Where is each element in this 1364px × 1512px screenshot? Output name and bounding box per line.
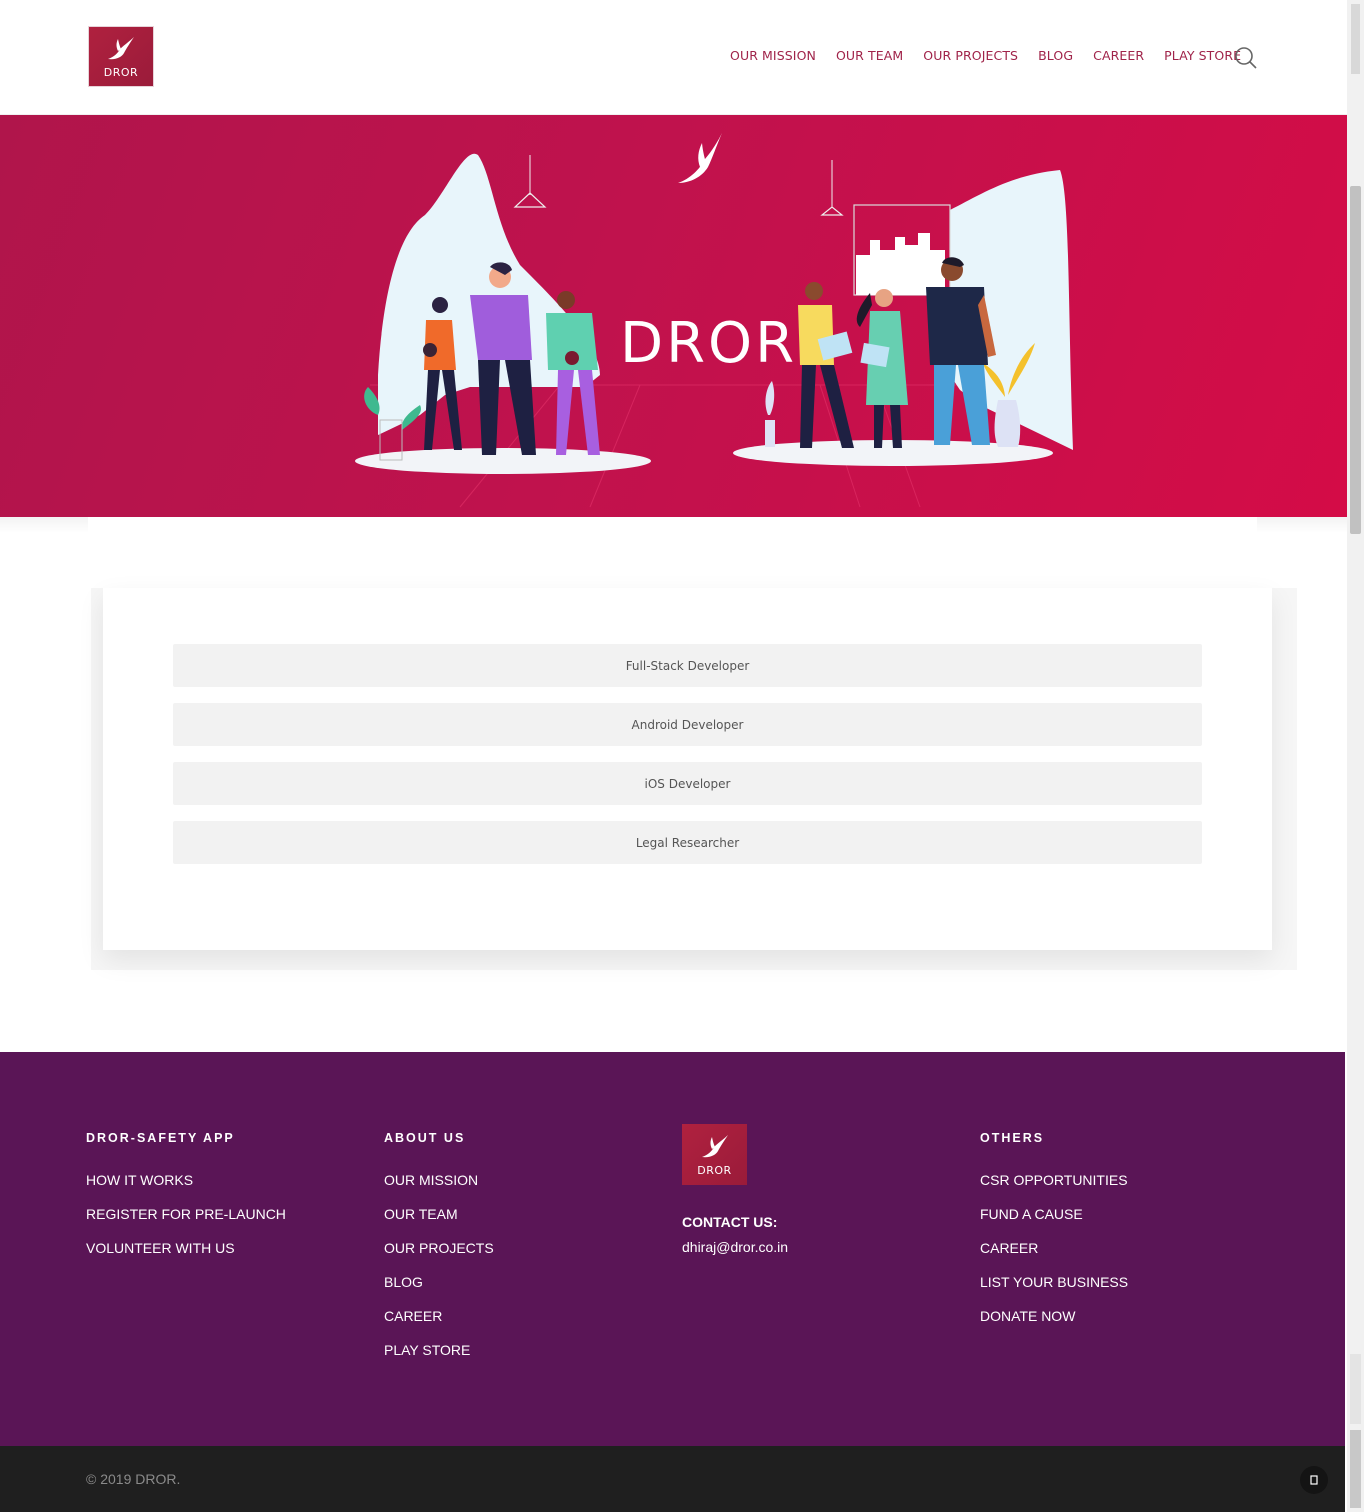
footer-link-our-mission[interactable]: OUR MISSION bbox=[384, 1171, 494, 1205]
footer-logo-text: DROR bbox=[697, 1163, 732, 1177]
footer-link-csr[interactable]: CSR OPPORTUNITIES bbox=[980, 1171, 1128, 1205]
site-footer: DROR-SAFETY APP HOW IT WORKS REGISTER FO… bbox=[0, 1052, 1345, 1446]
main-nav: OUR MISSION OUR TEAM OUR PROJECTS BLOG C… bbox=[730, 48, 1241, 63]
nav-our-projects[interactable]: OUR PROJECTS bbox=[923, 48, 1018, 63]
nav-blog[interactable]: BLOG bbox=[1038, 48, 1073, 63]
hero-banner: DROR bbox=[0, 115, 1347, 517]
nav-play-store[interactable]: PLAY STORE bbox=[1164, 48, 1241, 63]
careers-card: Full-Stack Developer Android Developer i… bbox=[103, 588, 1272, 950]
hero-shadow bbox=[0, 517, 88, 533]
footer-link-career[interactable]: CAREER bbox=[384, 1307, 494, 1341]
footer-link-career[interactable]: CAREER bbox=[980, 1239, 1128, 1273]
nav-our-team[interactable]: OUR TEAM bbox=[836, 48, 903, 63]
search-icon[interactable] bbox=[1234, 46, 1258, 70]
scrollbar-track-top bbox=[1351, 4, 1360, 74]
footer-link-play-store[interactable]: PLAY STORE bbox=[384, 1341, 494, 1375]
site-header: DROR OUR MISSION OUR TEAM OUR PROJECTS B… bbox=[0, 0, 1347, 115]
footer-heading: ABOUT US bbox=[384, 1131, 466, 1145]
page: DROR OUR MISSION OUR TEAM OUR PROJECTS B… bbox=[0, 0, 1347, 1512]
footer-heading: OTHERS bbox=[980, 1131, 1045, 1145]
site-logo[interactable]: DROR bbox=[88, 26, 154, 87]
footer-link-list-business[interactable]: LIST YOUR BUSINESS bbox=[980, 1273, 1128, 1307]
footer-col-about: ABOUT US OUR MISSION OUR TEAM OUR PROJEC… bbox=[384, 1131, 494, 1375]
job-full-stack-developer[interactable]: Full-Stack Developer bbox=[173, 644, 1202, 687]
copyright: © 2019 DROR. bbox=[86, 1471, 181, 1487]
job-legal-researcher[interactable]: Legal Researcher bbox=[173, 821, 1202, 864]
contact-label: CONTACT US: bbox=[682, 1214, 778, 1230]
logo-text: DROR bbox=[103, 65, 139, 79]
scrollbar-track-bottom bbox=[1350, 1354, 1361, 1424]
nav-career[interactable]: CAREER bbox=[1093, 48, 1144, 63]
bird-icon bbox=[108, 36, 134, 59]
footer-bottom-bar: © 2019 DROR. bbox=[0, 1446, 1345, 1512]
footer-link-fund-a-cause[interactable]: FUND A CAUSE bbox=[980, 1205, 1128, 1239]
scrollbar-track-bottom bbox=[1350, 1430, 1361, 1508]
hero-title: DROR bbox=[620, 311, 798, 376]
footer-col-others: OTHERS CSR OPPORTUNITIES FUND A CAUSE CA… bbox=[980, 1131, 1128, 1341]
bird-icon bbox=[701, 1134, 728, 1157]
contact-email[interactable]: dhiraj@dror.co.in bbox=[682, 1239, 788, 1255]
footer-link-our-projects[interactable]: OUR PROJECTS bbox=[384, 1239, 494, 1273]
footer-link-our-team[interactable]: OUR TEAM bbox=[384, 1205, 494, 1239]
footer-col-safety-app: DROR-SAFETY APP HOW IT WORKS REGISTER FO… bbox=[86, 1131, 286, 1273]
footer-heading: DROR-SAFETY APP bbox=[86, 1131, 235, 1145]
job-android-developer[interactable]: Android Developer bbox=[173, 703, 1202, 746]
footer-link-how-it-works[interactable]: HOW IT WORKS bbox=[86, 1171, 286, 1205]
footer-link-register[interactable]: REGISTER FOR PRE-LAUNCH bbox=[86, 1205, 286, 1239]
footer-link-donate[interactable]: DONATE NOW bbox=[980, 1307, 1128, 1341]
scrollbar-thumb[interactable] bbox=[1350, 186, 1361, 534]
hero-shadow bbox=[1257, 517, 1347, 533]
page-scrollbar[interactable] bbox=[1347, 0, 1364, 1512]
footer-logo[interactable]: DROR bbox=[682, 1124, 747, 1185]
chevron-up-icon bbox=[1310, 1475, 1318, 1485]
footer-link-volunteer[interactable]: VOLUNTEER WITH US bbox=[86, 1239, 286, 1273]
footer-link-blog[interactable]: BLOG bbox=[384, 1273, 494, 1307]
scroll-to-top-button[interactable] bbox=[1300, 1466, 1328, 1494]
job-ios-developer[interactable]: iOS Developer bbox=[173, 762, 1202, 805]
nav-our-mission[interactable]: OUR MISSION bbox=[730, 48, 816, 63]
